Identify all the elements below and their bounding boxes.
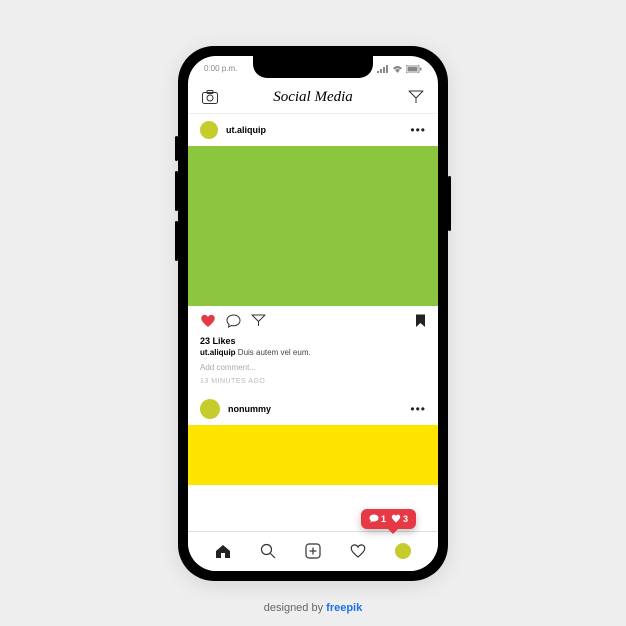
volume-up-button (175, 171, 178, 211)
post-header: nonummy ••• (188, 393, 438, 425)
post-username[interactable]: ut.aliquip (226, 125, 266, 135)
more-icon[interactable]: ••• (410, 402, 426, 416)
battery-icon (406, 65, 422, 73)
activity-tab[interactable] (350, 544, 366, 558)
add-post-tab[interactable] (305, 543, 321, 559)
like-button[interactable] (200, 314, 216, 328)
side-button (175, 136, 178, 161)
notification-badge[interactable]: 1 3 (361, 509, 416, 529)
send-icon[interactable] (408, 90, 424, 104)
share-button[interactable] (251, 314, 266, 327)
search-tab[interactable] (260, 543, 276, 559)
attribution: designed by freepik (264, 602, 362, 614)
phone-frame: 0:00 p.m. Social Media ut.aliquip ••• (178, 46, 448, 581)
post-image[interactable] (188, 146, 438, 306)
app-title: Social Media (273, 89, 353, 106)
heart-icon (391, 514, 401, 523)
profile-tab[interactable] (395, 543, 411, 559)
notif-like-count: 3 (403, 514, 408, 524)
status-right (377, 65, 422, 73)
post-image[interactable] (188, 425, 438, 485)
signal-icon (377, 65, 389, 73)
likes-count[interactable]: 23 Likes (188, 336, 438, 346)
camera-icon[interactable] (202, 90, 218, 104)
post-caption: ut.aliquip Duis autem vel eum. (188, 346, 438, 359)
action-row (188, 306, 438, 336)
volume-down-button (175, 221, 178, 261)
caption-username[interactable]: ut.aliquip (200, 348, 236, 357)
home-tab[interactable] (215, 544, 231, 559)
brand-name: freepik (326, 602, 362, 614)
comment-button[interactable] (226, 314, 241, 328)
notif-comment-count: 1 (381, 514, 386, 524)
post-timestamp: 13 MINUTES AGO (188, 376, 438, 393)
app-header: Social Media (188, 82, 438, 114)
bottom-nav (188, 531, 438, 571)
avatar[interactable] (200, 121, 218, 139)
power-button (448, 176, 451, 231)
screen: 0:00 p.m. Social Media ut.aliquip ••• (188, 56, 438, 571)
more-icon[interactable]: ••• (410, 123, 426, 137)
bookmark-button[interactable] (415, 314, 426, 328)
comment-input[interactable]: Add comment... (188, 359, 438, 376)
status-time: 0:00 p.m. (204, 64, 237, 73)
wifi-icon (392, 65, 403, 73)
notch (253, 56, 373, 78)
post-header: ut.aliquip ••• (188, 114, 438, 146)
avatar[interactable] (200, 399, 220, 419)
post-username[interactable]: nonummy (228, 404, 271, 414)
caption-text: Duis autem vel eum. (238, 348, 311, 357)
comment-icon (369, 514, 379, 523)
